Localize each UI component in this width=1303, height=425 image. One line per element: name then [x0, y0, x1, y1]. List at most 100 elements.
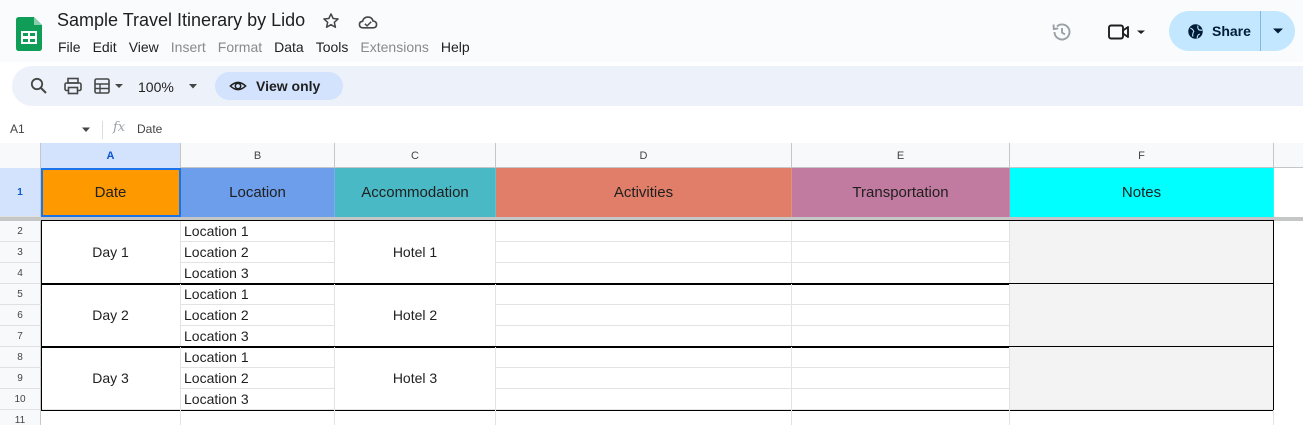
formula-input[interactable]: Date	[137, 122, 162, 136]
column-header-e[interactable]: E	[792, 143, 1010, 168]
cloud-status-icon[interactable]	[357, 13, 379, 31]
empty-cell[interactable]	[792, 410, 1010, 425]
document-title[interactable]: Sample Travel Itinerary by Lido	[57, 10, 305, 31]
column-header-a[interactable]: A	[41, 143, 181, 168]
name-box[interactable]: A1	[10, 122, 25, 136]
transportation-cell[interactable]	[792, 347, 1010, 368]
row-header-2[interactable]: 2	[0, 221, 41, 242]
transportation-cell[interactable]	[792, 284, 1010, 305]
header-cell-transportation[interactable]: Transportation	[792, 168, 1010, 217]
row-header-1[interactable]: 1	[0, 168, 41, 217]
row-header-4[interactable]: 4	[0, 263, 41, 284]
location-cell[interactable]: Location 1	[181, 221, 335, 242]
view-only-button[interactable]: View only	[215, 72, 343, 100]
notes-cell-day-3[interactable]	[1010, 347, 1274, 410]
location-cell[interactable]: Location 2	[181, 242, 335, 263]
transportation-cell[interactable]	[792, 263, 1010, 284]
activities-cell[interactable]	[496, 221, 792, 242]
menu-data[interactable]: Data	[268, 38, 310, 56]
transportation-cell[interactable]	[792, 326, 1010, 347]
transportation-cell[interactable]	[792, 389, 1010, 410]
menu-edit[interactable]: Edit	[87, 38, 123, 56]
empty-cell[interactable]	[41, 410, 181, 425]
menu-tools[interactable]: Tools	[310, 38, 355, 56]
activities-cell[interactable]	[496, 389, 792, 410]
row-header-10[interactable]: 10	[0, 389, 41, 410]
location-cell[interactable]: Location 2	[181, 368, 335, 389]
menu-insert[interactable]: Insert	[165, 38, 212, 56]
sheets-logo-icon[interactable]	[16, 17, 42, 51]
column-header-c[interactable]: C	[335, 143, 496, 168]
view-only-label: View only	[256, 78, 321, 94]
empty-cell[interactable]	[181, 410, 335, 425]
name-box-chevron-down-icon[interactable]	[81, 127, 91, 133]
hotel-cell-day-1[interactable]: Hotel 1	[335, 221, 496, 284]
date-cell-day-3[interactable]: Day 3	[41, 347, 181, 410]
transportation-cell[interactable]	[792, 305, 1010, 326]
location-cell[interactable]: Location 3	[181, 263, 335, 284]
share-options-button[interactable]	[1261, 27, 1295, 35]
empty-cell[interactable]	[496, 410, 792, 425]
activities-cell[interactable]	[496, 368, 792, 389]
empty-cell[interactable]	[335, 410, 496, 425]
menu-view[interactable]: View	[123, 38, 165, 56]
empty-cell[interactable]	[1010, 410, 1274, 425]
row-header-7[interactable]: 7	[0, 326, 41, 347]
share-main[interactable]: Share	[1169, 11, 1261, 51]
activities-cell[interactable]	[496, 284, 792, 305]
hotel-cell-day-3[interactable]: Hotel 3	[335, 347, 496, 410]
notes-cell-day-1[interactable]	[1010, 221, 1274, 284]
print-icon[interactable]	[63, 76, 83, 96]
location-cell[interactable]: Location 2	[181, 305, 335, 326]
share-button[interactable]: Share	[1169, 11, 1295, 51]
row-header-8[interactable]: 8	[0, 347, 41, 368]
transportation-cell[interactable]	[792, 221, 1010, 242]
activities-cell[interactable]	[496, 242, 792, 263]
select-all-corner[interactable]	[0, 143, 41, 168]
menu-extensions[interactable]: Extensions	[354, 38, 434, 56]
menu-bar: File Edit View Insert Format Data Tools …	[52, 38, 476, 56]
column-header-row: A B C D E F	[0, 143, 1303, 168]
title-bar: Sample Travel Itinerary by Lido File Edi…	[0, 0, 1303, 62]
header-cell-location[interactable]: Location	[181, 168, 335, 217]
hotel-cell-day-2[interactable]: Hotel 2	[335, 284, 496, 347]
menu-format[interactable]: Format	[212, 38, 268, 56]
header-cell-date[interactable]: Date	[41, 168, 181, 217]
zoom-chevron-down-icon[interactable]	[188, 83, 198, 90]
fx-icon: fx	[113, 120, 126, 135]
search-icon[interactable]	[29, 76, 49, 96]
row-header-9[interactable]: 9	[0, 368, 41, 389]
format-icon[interactable]	[93, 76, 127, 96]
header-cell-notes[interactable]: Notes	[1010, 168, 1274, 217]
row-header-6[interactable]: 6	[0, 305, 41, 326]
row-header-11[interactable]: 11	[0, 410, 41, 425]
transportation-cell[interactable]	[792, 242, 1010, 263]
date-cell-day-2[interactable]: Day 2	[41, 284, 181, 347]
meet-icon[interactable]	[1107, 22, 1147, 42]
row-header-5[interactable]: 5	[0, 284, 41, 305]
transportation-cell[interactable]	[792, 368, 1010, 389]
spreadsheet-grid: A B C D E F 1 2 3 4 5 6 7 8 9 10 11 Date…	[0, 143, 1303, 425]
activities-cell[interactable]	[496, 326, 792, 347]
row-header-3[interactable]: 3	[0, 242, 41, 263]
location-cell[interactable]: Location 1	[181, 284, 335, 305]
column-header-b[interactable]: B	[181, 143, 335, 168]
header-cell-activities[interactable]: Activities	[496, 168, 792, 217]
star-icon[interactable]	[321, 11, 341, 31]
zoom-select[interactable]: 100%	[138, 79, 174, 95]
activities-cell[interactable]	[496, 305, 792, 326]
history-icon[interactable]	[1050, 20, 1074, 44]
notes-cell-day-2[interactable]	[1010, 284, 1274, 347]
menu-file[interactable]: File	[52, 38, 87, 56]
column-header-f[interactable]: F	[1010, 143, 1274, 168]
activities-cell[interactable]	[496, 347, 792, 368]
location-cell[interactable]: Location 3	[181, 389, 335, 410]
date-cell-day-1[interactable]: Day 1	[41, 221, 181, 284]
location-cell[interactable]: Location 3	[181, 326, 335, 347]
activities-cell[interactable]	[496, 263, 792, 284]
header-cell-accommodation[interactable]: Accommodation	[335, 168, 496, 217]
location-cell[interactable]: Location 1	[181, 347, 335, 368]
column-header-d[interactable]: D	[496, 143, 792, 168]
menu-help[interactable]: Help	[435, 38, 476, 56]
eye-icon	[229, 81, 247, 91]
